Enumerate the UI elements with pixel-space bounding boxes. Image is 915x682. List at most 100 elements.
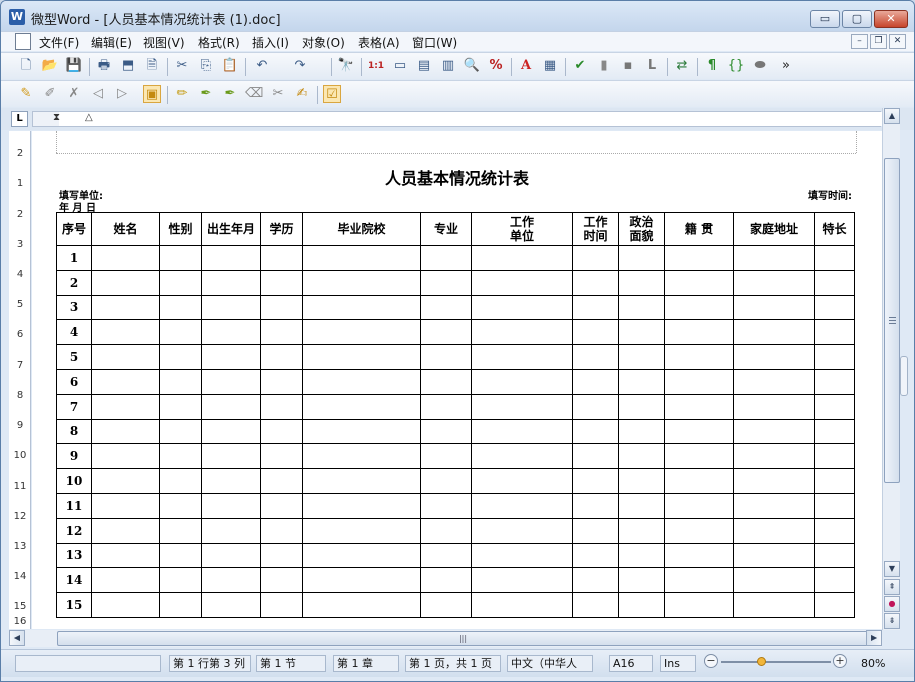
spell-check-icon[interactable]: ✔ (571, 57, 589, 75)
table-cell[interactable] (733, 567, 815, 594)
table-cell[interactable] (572, 418, 619, 445)
table-cell[interactable] (572, 517, 619, 544)
browse-object-button[interactable]: ● (884, 596, 900, 612)
table-cell[interactable] (471, 368, 573, 395)
minimize-button[interactable]: ▭ (810, 10, 840, 28)
bracket-icon[interactable]: {} (727, 57, 745, 75)
next-page-button[interactable]: ⇟ (884, 613, 900, 629)
close-button[interactable]: ✕ (874, 10, 908, 28)
hanging-indent-marker[interactable]: △ (85, 112, 93, 123)
pdf-icon[interactable]: ⬒ (119, 57, 137, 75)
document-canvas[interactable]: 人员基本情况统计表 填写单位: 填写时间: 年 月 日 序号 姓名 性别 出生年月 学历… (32, 131, 882, 629)
table-cell[interactable] (471, 269, 573, 296)
table-cell[interactable] (201, 567, 261, 594)
paste-icon[interactable]: 📋 (221, 57, 239, 75)
table-cell[interactable] (260, 418, 303, 445)
row-number-cell[interactable]: 2 (56, 269, 92, 296)
table-cell[interactable] (420, 492, 472, 519)
marker2-icon[interactable]: ✒ (221, 85, 239, 103)
table-cell[interactable] (471, 567, 573, 594)
table-cell[interactable] (733, 319, 815, 346)
table-cell[interactable] (159, 567, 202, 594)
prev-note-icon[interactable]: ◁ (89, 85, 107, 103)
column-header[interactable]: 工作 时间 (572, 212, 619, 246)
table-cell[interactable] (471, 245, 573, 271)
table-cell[interactable] (302, 592, 421, 618)
menu-insert[interactable]: 插入(I) (252, 34, 289, 51)
table-cell[interactable] (91, 567, 160, 594)
table-cell[interactable] (471, 542, 573, 569)
table-cell[interactable] (260, 245, 303, 271)
table-cell[interactable] (201, 319, 261, 346)
table-cell[interactable] (260, 517, 303, 544)
pen-icon[interactable]: ✏ (173, 85, 191, 103)
horizontal-scrollbar[interactable]: ▲ ||| ▲ (9, 630, 882, 647)
column-header[interactable]: 工作 单位 (471, 212, 573, 246)
table-cell[interactable] (814, 344, 855, 370)
table-cell[interactable] (664, 393, 734, 420)
table-cell[interactable] (664, 592, 734, 618)
menu-edit[interactable]: 编辑(E) (91, 34, 132, 51)
table-cell[interactable] (814, 468, 855, 494)
table-cell[interactable] (91, 269, 160, 296)
new-doc-icon[interactable]: 🗋 (17, 57, 35, 75)
table-cell[interactable] (260, 443, 303, 470)
table-cell[interactable] (618, 418, 665, 445)
doc-minimize-button[interactable]: – (851, 34, 868, 49)
print-preview-icon[interactable]: 🗎 (143, 57, 161, 75)
column-header[interactable]: 毕业院校 (302, 212, 421, 246)
row-number-cell[interactable]: 9 (56, 443, 92, 470)
find-icon[interactable]: 🔭 (337, 57, 355, 75)
format-icon[interactable]: ▦ (541, 57, 559, 75)
vertical-scroll-thumb[interactable] (884, 158, 900, 483)
doc-restore-button[interactable]: ❐ (870, 34, 887, 49)
table-cell[interactable] (91, 344, 160, 370)
table-cell[interactable] (664, 294, 734, 321)
table-cell[interactable] (664, 567, 734, 594)
table-cell[interactable] (201, 592, 261, 618)
row-number-cell[interactable]: 4 (56, 319, 92, 346)
table-cell[interactable] (572, 567, 619, 594)
row-number-cell[interactable]: 11 (56, 492, 92, 519)
table-cell[interactable] (159, 418, 202, 445)
table-cell[interactable] (572, 492, 619, 519)
column-header[interactable]: 姓名 (91, 212, 160, 246)
table-cell[interactable] (302, 443, 421, 470)
table-cell[interactable] (201, 294, 261, 321)
table-cell[interactable] (260, 492, 303, 519)
prev-page-button[interactable]: ⇞ (884, 579, 900, 595)
new-note-icon[interactable]: ✎ (17, 85, 35, 103)
table-cell[interactable] (572, 592, 619, 618)
table-cell[interactable] (420, 269, 472, 296)
table-cell[interactable] (733, 542, 815, 569)
table-cell[interactable] (420, 468, 472, 494)
table-cell[interactable] (814, 393, 855, 420)
menu-object[interactable]: 对象(O) (302, 34, 345, 51)
print-icon[interactable]: 🖶 (95, 57, 113, 75)
table-cell[interactable] (618, 319, 665, 346)
column-header[interactable]: 专业 (420, 212, 472, 246)
table-cell[interactable] (733, 492, 815, 519)
column-header[interactable]: 籍 贯 (664, 212, 734, 246)
zoom-slider-knob[interactable] (757, 657, 766, 666)
table-cell[interactable] (471, 592, 573, 618)
column-header[interactable]: 特长 (814, 212, 855, 246)
marker-icon[interactable]: ✒ (197, 85, 215, 103)
redo-icon[interactable]: ↷ (291, 57, 309, 75)
table-cell[interactable] (260, 344, 303, 370)
row-number-cell[interactable]: 1 (56, 245, 92, 271)
table-cell[interactable] (91, 245, 160, 271)
table-cell[interactable] (733, 269, 815, 296)
table-cell[interactable] (201, 492, 261, 519)
row-number-cell[interactable]: 5 (56, 344, 92, 370)
chart-icon[interactable]: ▮ (595, 57, 613, 75)
table-cell[interactable] (302, 418, 421, 445)
table-cell[interactable] (302, 368, 421, 395)
table-cell[interactable] (814, 294, 855, 321)
table-cell[interactable] (91, 517, 160, 544)
menu-window[interactable]: 窗口(W) (412, 34, 457, 51)
zoom-percent-icon[interactable]: % (487, 57, 505, 75)
word-app-icon[interactable]: W (9, 9, 25, 25)
lasso-icon[interactable]: ✂ (269, 85, 287, 103)
menu-view[interactable]: 视图(V) (143, 34, 185, 51)
